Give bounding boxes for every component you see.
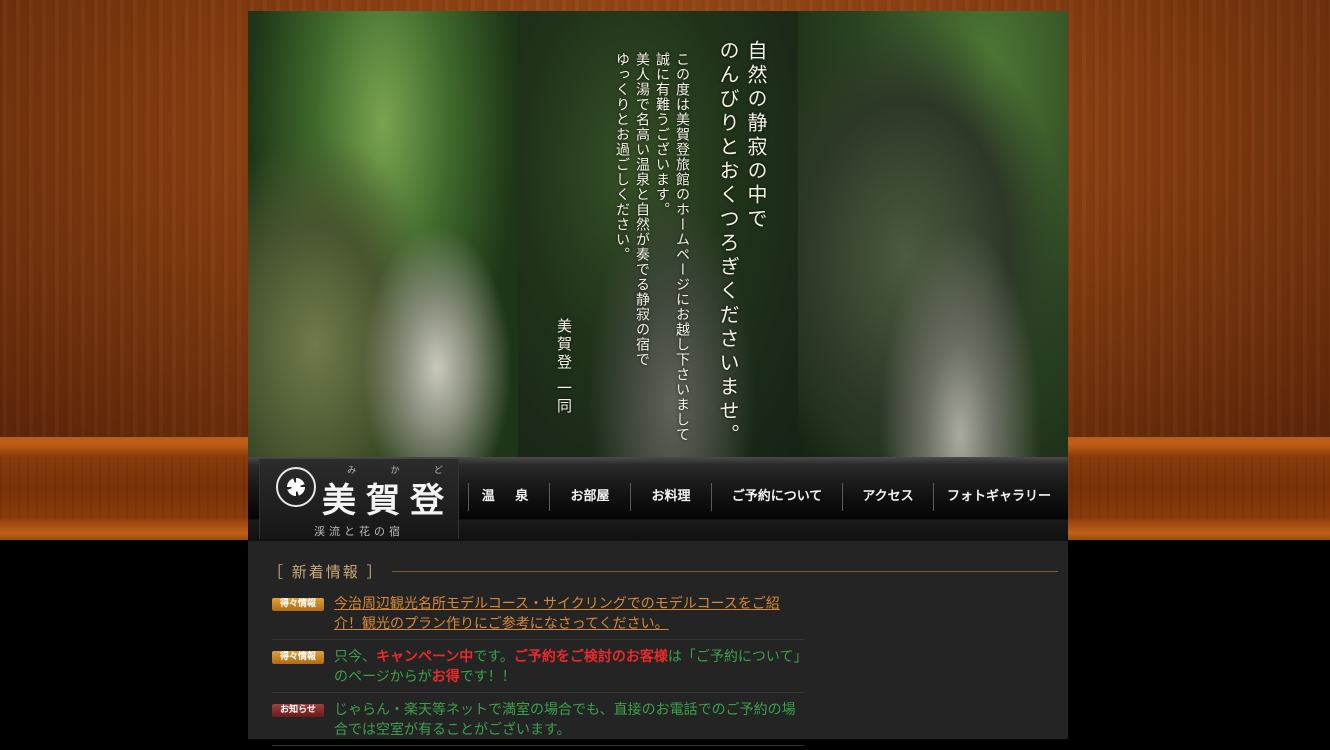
nav-item-rooms[interactable]: お部屋 (549, 483, 630, 511)
news-tag-badge: 得々情報 (272, 598, 324, 611)
hero-message-line: ゆっくりとお過ごしください。 (614, 52, 630, 262)
hero-photo-left (248, 11, 518, 457)
site-logo[interactable]: み か ど 美賀登 渓流と花の宿 (259, 459, 459, 539)
main-content: ［ 新着情報 ］ 得々情報 今治周辺観光名所モデルコース・サイクリングでのモデル… (248, 541, 1068, 746)
customer-highlight: ご予約をご検討のお客様 (513, 649, 668, 665)
news-divider (391, 570, 1058, 572)
news-text: 今治周辺観光名所モデルコース・サイクリングでのモデルコースをご紹介！観光のプラン… (334, 594, 804, 634)
logo-title: 美賀登 (322, 481, 454, 521)
news-tag-badge: 得々情報 (272, 651, 324, 664)
news-item: 得々情報 今治周辺観光名所モデルコース・サイクリングでのモデルコースをご紹介！観… (272, 591, 804, 640)
nav-item-onsen[interactable]: 温 泉 (468, 483, 549, 511)
news-item: 得々情報 只今、キャンペーン中です。ご予約をご検討のお客様は「ご予約について」の… (272, 644, 804, 693)
hero-main-line: のんびりとおくつろぎくださいませ。 (716, 40, 740, 448)
news-tag-badge: お知らせ (272, 704, 324, 717)
hero-signature: 美賀登 一同 (555, 318, 573, 416)
hero-message-line: 美人湯で名高い温泉と自然が奏でる静寂の宿で (634, 52, 650, 367)
hero-photo-right (798, 11, 1068, 457)
nav-item-photo-gallery[interactable]: フォトギャラリー (933, 483, 1064, 511)
hero-main-line: 自然の静寂の中で (744, 40, 768, 232)
news-text-notice: じゃらん・楽天等ネットで満室の場合でも、直接のお電話でのご予約の場合では空室が有… (334, 702, 796, 738)
family-crest-icon (276, 467, 316, 507)
hero-message-line: この度は美賀登旅館のホームページにお越し下さいまして (674, 52, 690, 442)
logo-subtitle: 渓流と花の宿 (314, 525, 404, 538)
nav-item-reservation[interactable]: ご予約について (711, 483, 842, 511)
hero-message-line: 誠に有難うございます。 (654, 52, 670, 217)
news-text-part: です。 (473, 649, 514, 665)
campaign-highlight: キャンペーン中 (376, 649, 474, 665)
news-link-model-course[interactable]: 今治周辺観光名所モデルコース・サイクリングでのモデルコースをご紹介！観光のプラン… (334, 596, 780, 632)
news-text-part: 只今、 (334, 649, 376, 665)
main-nav: 温 泉 お部屋 お料理 ご予約について アクセス フォトギャラリー (468, 483, 1064, 511)
deal-highlight: お得 (431, 669, 460, 685)
news-text-part: です！！ (459, 669, 516, 685)
nav-item-cuisine[interactable]: お料理 (630, 483, 711, 511)
news-list: 得々情報 今治周辺観光名所モデルコース・サイクリングでのモデルコースをご紹介！観… (272, 591, 804, 750)
nav-item-access[interactable]: アクセス (842, 483, 933, 511)
navigation-bar: み か ど 美賀登 渓流と花の宿 温 泉 お部屋 お料理 ご予約について アクセ… (248, 457, 1068, 541)
news-heading: ［ 新着情報 ］ (268, 562, 384, 581)
news-header: ［ 新着情報 ］ (268, 561, 1058, 581)
news-text-campaign: 只今、キャンペーン中です。ご予約をご検討のお客様は「ご予約について」のページから… (334, 647, 804, 687)
